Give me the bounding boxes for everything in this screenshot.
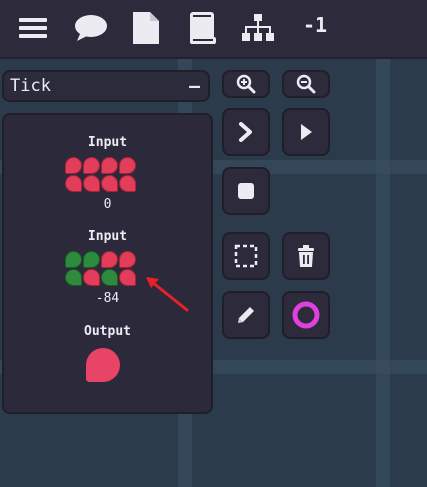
tick-dropdown[interactable]: Tick – — [2, 70, 210, 102]
component-button[interactable] — [282, 291, 330, 339]
dropdown-label: Tick — [10, 76, 51, 96]
stop-icon — [238, 183, 254, 199]
chevron-right-icon — [239, 122, 252, 142]
top-toolbar: -1 — [0, 0, 427, 59]
bit[interactable] — [83, 157, 100, 174]
input1-value: 0 — [103, 197, 112, 212]
collapse-icon[interactable]: – — [189, 76, 200, 97]
bit[interactable] — [83, 251, 100, 268]
select-button[interactable] — [222, 232, 270, 280]
bit[interactable] — [83, 175, 100, 192]
bit[interactable] — [119, 157, 136, 174]
bit[interactable] — [65, 157, 82, 174]
menu-icon[interactable] — [18, 10, 48, 46]
hierarchy-icon[interactable] — [242, 10, 274, 46]
step-button[interactable] — [222, 108, 270, 156]
input1-bits[interactable] — [65, 157, 137, 193]
step-counter: -1 — [303, 13, 328, 37]
zoom-in-icon — [236, 74, 256, 94]
input2-value: -84 — [95, 291, 120, 306]
play-icon — [301, 124, 312, 140]
delete-button[interactable] — [282, 232, 330, 280]
ring-icon — [292, 301, 320, 329]
bit[interactable] — [65, 175, 82, 192]
pencil-icon — [238, 307, 254, 323]
bit[interactable] — [101, 251, 118, 268]
document-icon[interactable] — [132, 10, 160, 46]
bit[interactable] — [101, 157, 118, 174]
input2-bits[interactable] — [65, 251, 137, 287]
selection-icon — [234, 244, 258, 268]
bit[interactable] — [65, 269, 82, 286]
bit[interactable] — [119, 269, 136, 286]
output-title: Output — [84, 324, 131, 339]
bit[interactable] — [119, 175, 136, 192]
input1-title: Input — [87, 135, 128, 150]
output-indicator — [86, 348, 120, 382]
book-icon[interactable] — [189, 10, 217, 46]
play-button[interactable] — [282, 108, 330, 156]
bit[interactable] — [119, 251, 136, 268]
bit[interactable] — [83, 269, 100, 286]
zoom-out-icon — [296, 74, 316, 94]
bit[interactable] — [101, 175, 118, 192]
zoom-in-button[interactable] — [222, 70, 270, 98]
bit[interactable] — [101, 269, 118, 286]
bit[interactable] — [65, 251, 82, 268]
edit-button[interactable] — [222, 291, 270, 339]
trash-icon — [298, 245, 314, 267]
chat-icon[interactable] — [73, 10, 109, 46]
zoom-out-button[interactable] — [282, 70, 330, 98]
input2-title: Input — [87, 229, 128, 244]
io-panel: Input 0 Input -84 Output — [2, 113, 213, 414]
stop-button[interactable] — [222, 167, 270, 215]
